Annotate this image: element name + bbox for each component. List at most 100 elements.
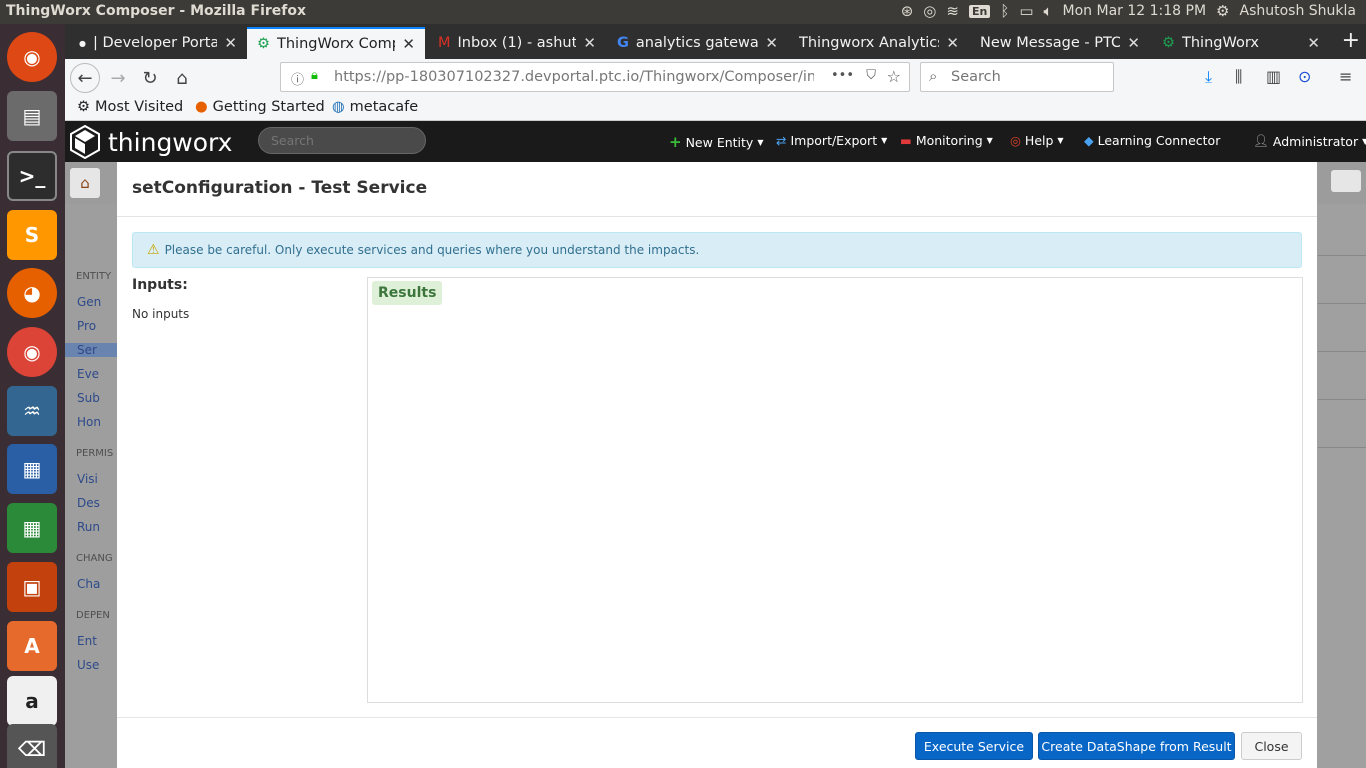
menu-new-entity[interactable]: + New Entity ▼ <box>669 133 763 151</box>
lifebuoy-icon: ◎ <box>1010 133 1021 148</box>
browser-nav-bar: ← → ↻ ⌂ ⓘ 🔒︎ https://pp-180307102327.dev… <box>65 59 1366 96</box>
warning-icon: ⚠ <box>147 242 160 258</box>
inputs-heading: Inputs: <box>132 277 188 293</box>
menu-administrator[interactable]: 👤︎ Administrator ▼ <box>1253 133 1366 149</box>
no-inputs-text: No inputs <box>132 307 190 321</box>
ubuntu-icon[interactable]: ◉ <box>7 32 57 82</box>
close-button[interactable]: Close <box>1241 732 1302 760</box>
warning-alert: ⚠ Please be careful. Only execute servic… <box>132 232 1302 268</box>
home-icon[interactable]: ⌂ <box>70 168 100 198</box>
close-icon[interactable]: ✕ <box>583 34 596 52</box>
tab-thingworx[interactable]: ⚙ ThingWorx ✕ <box>1152 27 1330 59</box>
import-export-icon: ⇄ <box>776 133 787 148</box>
keyboard-language[interactable]: En <box>968 4 991 18</box>
trash-icon[interactable]: ⌫ <box>7 724 57 768</box>
calc-icon[interactable]: ▦ <box>7 503 57 553</box>
tab-new-message[interactable]: New Message - PTC U ✕ <box>970 27 1150 59</box>
tab-inbox[interactable]: M Inbox (1) - ashutosh ✕ <box>428 27 606 59</box>
results-panel: Results <box>367 277 1303 703</box>
software-center-icon[interactable]: A <box>7 621 57 671</box>
sidebar-icon[interactable]: ▥ <box>1266 67 1281 86</box>
steam-icon[interactable]: ⊛ <box>901 2 914 20</box>
pocket-icon[interactable]: ⛉ <box>866 68 876 83</box>
menu-icon[interactable]: ≡ <box>1339 67 1352 86</box>
user-icon: 👤︎ <box>1253 133 1269 148</box>
firefox-icon: ● <box>195 99 208 115</box>
tab-thingworx-analytics[interactable]: Thingworx Analytics ✕ <box>789 27 969 59</box>
postgres-icon[interactable]: ♒ <box>7 386 57 436</box>
tab-analytics-gateway[interactable]: G analytics gateway ✕ <box>607 27 788 59</box>
extension-icon[interactable]: ⊙ <box>1298 67 1311 86</box>
bookmarks-toolbar: ⚙ Most Visited ● Getting Started ◍ metac… <box>65 96 1366 121</box>
menu-learning-connector[interactable]: ◆ Learning Connector <box>1084 133 1220 148</box>
menu-import-export[interactable]: ⇄ Import/Export ▼ <box>776 133 887 148</box>
caret-down-icon: ▼ <box>881 136 888 145</box>
page-actions-icon[interactable]: ••• <box>831 68 854 83</box>
menu-monitoring[interactable]: ▬ Monitoring ▼ <box>900 133 993 148</box>
close-icon[interactable]: ✕ <box>946 34 959 52</box>
terminal-icon[interactable]: >_ <box>7 151 57 201</box>
firefox-icon[interactable]: ◕ <box>7 268 57 318</box>
bookmark-star-icon[interactable]: ☆ <box>887 67 901 86</box>
tab-developer-portal[interactable]: ● | Developer Portal ✕ <box>69 27 247 59</box>
reload-button[interactable]: ↻ <box>135 63 165 93</box>
chrome-icon[interactable]: ◉ <box>7 327 57 377</box>
keyboard-icon[interactable] <box>1331 170 1361 192</box>
library-icon[interactable]: ⫼ <box>1235 67 1242 87</box>
google-icon: G <box>617 35 629 51</box>
bookmark-metacafe[interactable]: ◍ metacafe <box>332 99 418 115</box>
files-icon[interactable]: ▤ <box>7 91 57 141</box>
back-button[interactable]: ← <box>70 63 100 93</box>
downloads-icon[interactable]: ⤓ <box>1205 67 1212 87</box>
bookmark-getting-started[interactable]: ● Getting Started <box>195 99 325 115</box>
system-top-bar: ThingWorx Composer - Mozilla Firefox ⊛ ◎… <box>0 0 1366 24</box>
bg-row <box>1318 378 1366 400</box>
bookmark-most-visited[interactable]: ⚙ Most Visited <box>77 99 183 115</box>
info-icon[interactable]: ⓘ <box>291 69 304 88</box>
forward-button[interactable]: → <box>103 63 133 93</box>
caret-down-icon: ▼ <box>986 136 993 145</box>
home-button[interactable]: ⌂ <box>167 63 197 93</box>
bg-row <box>1318 282 1366 304</box>
url-bar[interactable]: ⓘ 🔒︎ https://pp-180307102327.devportal.p… <box>280 62 910 92</box>
execute-service-button[interactable]: Execute Service <box>915 732 1033 760</box>
gear-icon: ⚙ <box>77 99 90 115</box>
close-icon[interactable]: ✕ <box>765 34 778 52</box>
impress-icon[interactable]: ▣ <box>7 562 57 612</box>
thingworx-tab-icon: ⚙ <box>1162 35 1175 51</box>
dialog-footer: Execute Service Create DataShape from Re… <box>117 717 1317 768</box>
close-icon[interactable]: ✕ <box>224 34 237 52</box>
clock[interactable]: Mon Mar 12 1:18 PM <box>1063 3 1207 19</box>
amazon-icon[interactable]: a <box>7 676 57 726</box>
bg-row <box>1318 234 1366 256</box>
browser-search-box[interactable]: ⌕ <box>920 62 1114 92</box>
bluetooth-icon[interactable]: ᛒ <box>1000 2 1009 20</box>
sublime-icon[interactable]: S <box>7 210 57 260</box>
composer-sidebar: ENTITY Gen Pro Ser Eve Sub Hon PERMIS Vi… <box>65 204 117 768</box>
sync-icon[interactable]: ◎ <box>923 2 936 20</box>
user-name[interactable]: Ashutosh Shukla <box>1240 3 1357 19</box>
dot-icon: ● <box>79 38 86 48</box>
close-icon[interactable]: ✕ <box>1307 34 1320 52</box>
gear-icon[interactable]: ⚙ <box>1216 2 1229 20</box>
thingworx-tab-icon: ⚙ <box>257 36 270 52</box>
thingworx-search[interactable] <box>258 127 426 154</box>
writer-icon[interactable]: ▦ <box>7 444 57 494</box>
url-text[interactable]: https://pp-180307102327.devportal.ptc.io… <box>334 69 814 85</box>
caret-down-icon: ▼ <box>1057 136 1064 145</box>
browser-search-input[interactable] <box>951 69 1106 85</box>
tab-thingworx-composer[interactable]: ⚙ ThingWorx Composer ✕ <box>247 27 425 59</box>
thingworx-search-input[interactable] <box>271 133 416 148</box>
volume-icon[interactable]: 🔈︎ <box>1044 2 1053 20</box>
menu-help[interactable]: ◎ Help ▼ <box>1010 133 1064 148</box>
wifi-icon[interactable]: ≋ <box>946 2 959 20</box>
new-tab-button[interactable]: + <box>1342 28 1360 53</box>
close-icon[interactable]: ✕ <box>402 35 415 53</box>
close-icon[interactable]: ✕ <box>1127 34 1140 52</box>
search-icon: ⌕ <box>929 67 938 85</box>
caret-down-icon: ▼ <box>757 137 764 147</box>
browser-tab-strip: ● | Developer Portal ✕ ⚙ ThingWorx Compo… <box>65 24 1366 59</box>
create-datashape-button[interactable]: Create DataShape from Result <box>1038 732 1235 760</box>
battery-icon[interactable]: ▭ <box>1019 2 1033 20</box>
thingworx-logo[interactable]: thingworx <box>70 125 232 159</box>
